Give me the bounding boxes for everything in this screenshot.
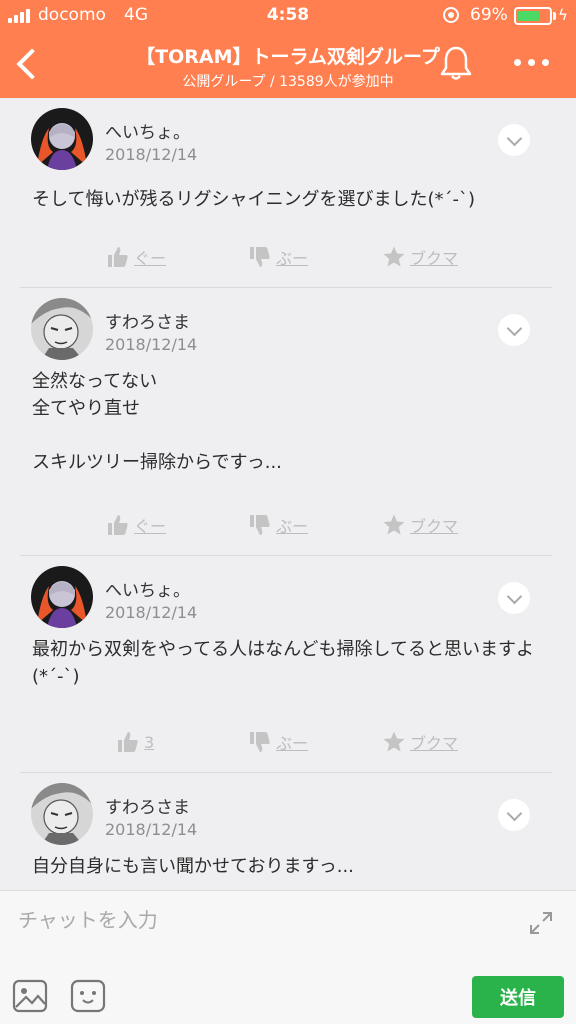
post-item: へいちょ。 2018/12/14 最初から双剣をやってる人はなんども掃除してると… xyxy=(20,556,552,773)
avatar[interactable] xyxy=(31,108,93,170)
post-actions: ぐー ぶー ブクマ xyxy=(20,242,552,272)
thumbs-down-icon xyxy=(250,732,270,752)
status-bar: docomo 4G 4:58 69% ϟ xyxy=(0,0,576,32)
post-date: 2018/12/14 xyxy=(105,335,198,354)
bookmark-label: ブクマ xyxy=(410,249,459,268)
post-date: 2018/12/14 xyxy=(105,820,198,839)
star-icon xyxy=(383,514,405,535)
location-lock-icon xyxy=(443,7,459,23)
bad-label: ぶー xyxy=(276,249,309,268)
chevron-down-icon[interactable] xyxy=(498,124,530,156)
bad-label: ぶー xyxy=(276,517,309,536)
good-button[interactable]: ぐー xyxy=(106,510,166,540)
thumbs-down-icon xyxy=(250,247,270,267)
star-icon xyxy=(383,731,405,752)
expand-icon[interactable] xyxy=(527,909,555,937)
good-button[interactable]: 3 xyxy=(116,727,154,757)
bookmark-button[interactable]: ブクマ xyxy=(382,727,458,757)
good-button[interactable]: ぐー xyxy=(106,242,166,272)
chevron-down-icon[interactable] xyxy=(498,314,530,346)
charging-icon: ϟ xyxy=(558,6,568,24)
post-date: 2018/12/14 xyxy=(105,145,198,164)
thumbs-down-icon xyxy=(250,515,270,535)
post-username[interactable]: へいちょ。 xyxy=(105,118,190,143)
bad-button[interactable]: ぶー xyxy=(248,510,308,540)
post-body: 自分自身にも言い聞かせておりますっ... xyxy=(32,856,354,877)
bell-icon[interactable] xyxy=(438,44,474,82)
chat-input[interactable] xyxy=(18,903,498,937)
post-item: すわろさま 2018/12/14 全然なってない 全てやり直せ スキルツリー掃除… xyxy=(20,288,552,556)
avatar[interactable] xyxy=(31,783,93,845)
post-body: 全然なってない 全てやり直せ スキルツリー掃除からですっ... xyxy=(32,371,282,473)
post-item: すわろさま 2018/12/14 自分自身にも言い聞かせておりますっ... xyxy=(20,773,552,890)
bad-label: ぶー xyxy=(276,734,309,753)
bad-button[interactable]: ぶー xyxy=(248,727,308,757)
post-body: 最初から双剣をやってる人はなんども掃除してると思いますよ(*´-`) xyxy=(32,639,535,687)
good-label: ぐー xyxy=(134,249,167,268)
app-header: docomo 4G 4:58 69% ϟ 【TORAM】トーラム双剣グループ 公… xyxy=(0,0,576,98)
good-label: ぐー xyxy=(134,517,167,536)
star-icon xyxy=(383,246,405,267)
chevron-down-icon[interactable] xyxy=(498,799,530,831)
bookmark-button[interactable]: ブクマ xyxy=(382,242,458,272)
battery-icon xyxy=(514,7,552,25)
battery-tip xyxy=(553,12,556,20)
send-button[interactable]: 送信 xyxy=(472,976,564,1018)
post-username[interactable]: すわろさま xyxy=(105,793,190,818)
emoji-icon[interactable] xyxy=(70,979,106,1013)
post-item: へいちょ。 2018/12/14 そして悔いが残るリグシャイニングを選びました(… xyxy=(20,98,552,288)
avatar[interactable] xyxy=(31,566,93,628)
more-icon[interactable] xyxy=(514,52,558,72)
good-count: 3 xyxy=(144,732,155,752)
chat-composer: 送信 xyxy=(0,890,576,1024)
post-list: へいちょ。 2018/12/14 そして悔いが残るリグシャイニングを選びました(… xyxy=(0,98,576,890)
post-body: そして悔いが残るリグシャイニングを選びました(*´-`) xyxy=(32,189,475,210)
thumbs-up-icon xyxy=(108,515,128,535)
thumbs-up-icon xyxy=(118,732,138,752)
bookmark-label: ブクマ xyxy=(410,517,459,536)
post-username[interactable]: すわろさま xyxy=(105,308,190,333)
post-date: 2018/12/14 xyxy=(105,603,198,622)
thumbs-up-icon xyxy=(108,247,128,267)
chevron-down-icon[interactable] xyxy=(498,582,530,614)
post-actions: 3 ぶー ブクマ xyxy=(20,727,552,757)
bad-button[interactable]: ぶー xyxy=(248,242,308,272)
avatar[interactable] xyxy=(31,298,93,360)
battery-level xyxy=(518,11,539,21)
bookmark-button[interactable]: ブクマ xyxy=(382,510,458,540)
post-username[interactable]: へいちょ。 xyxy=(105,576,190,601)
post-actions: ぐー ぶー ブクマ xyxy=(20,510,552,540)
battery-percentage: 69% xyxy=(470,5,508,25)
bookmark-label: ブクマ xyxy=(410,734,459,753)
back-icon[interactable] xyxy=(8,40,48,88)
image-icon[interactable] xyxy=(12,979,48,1013)
